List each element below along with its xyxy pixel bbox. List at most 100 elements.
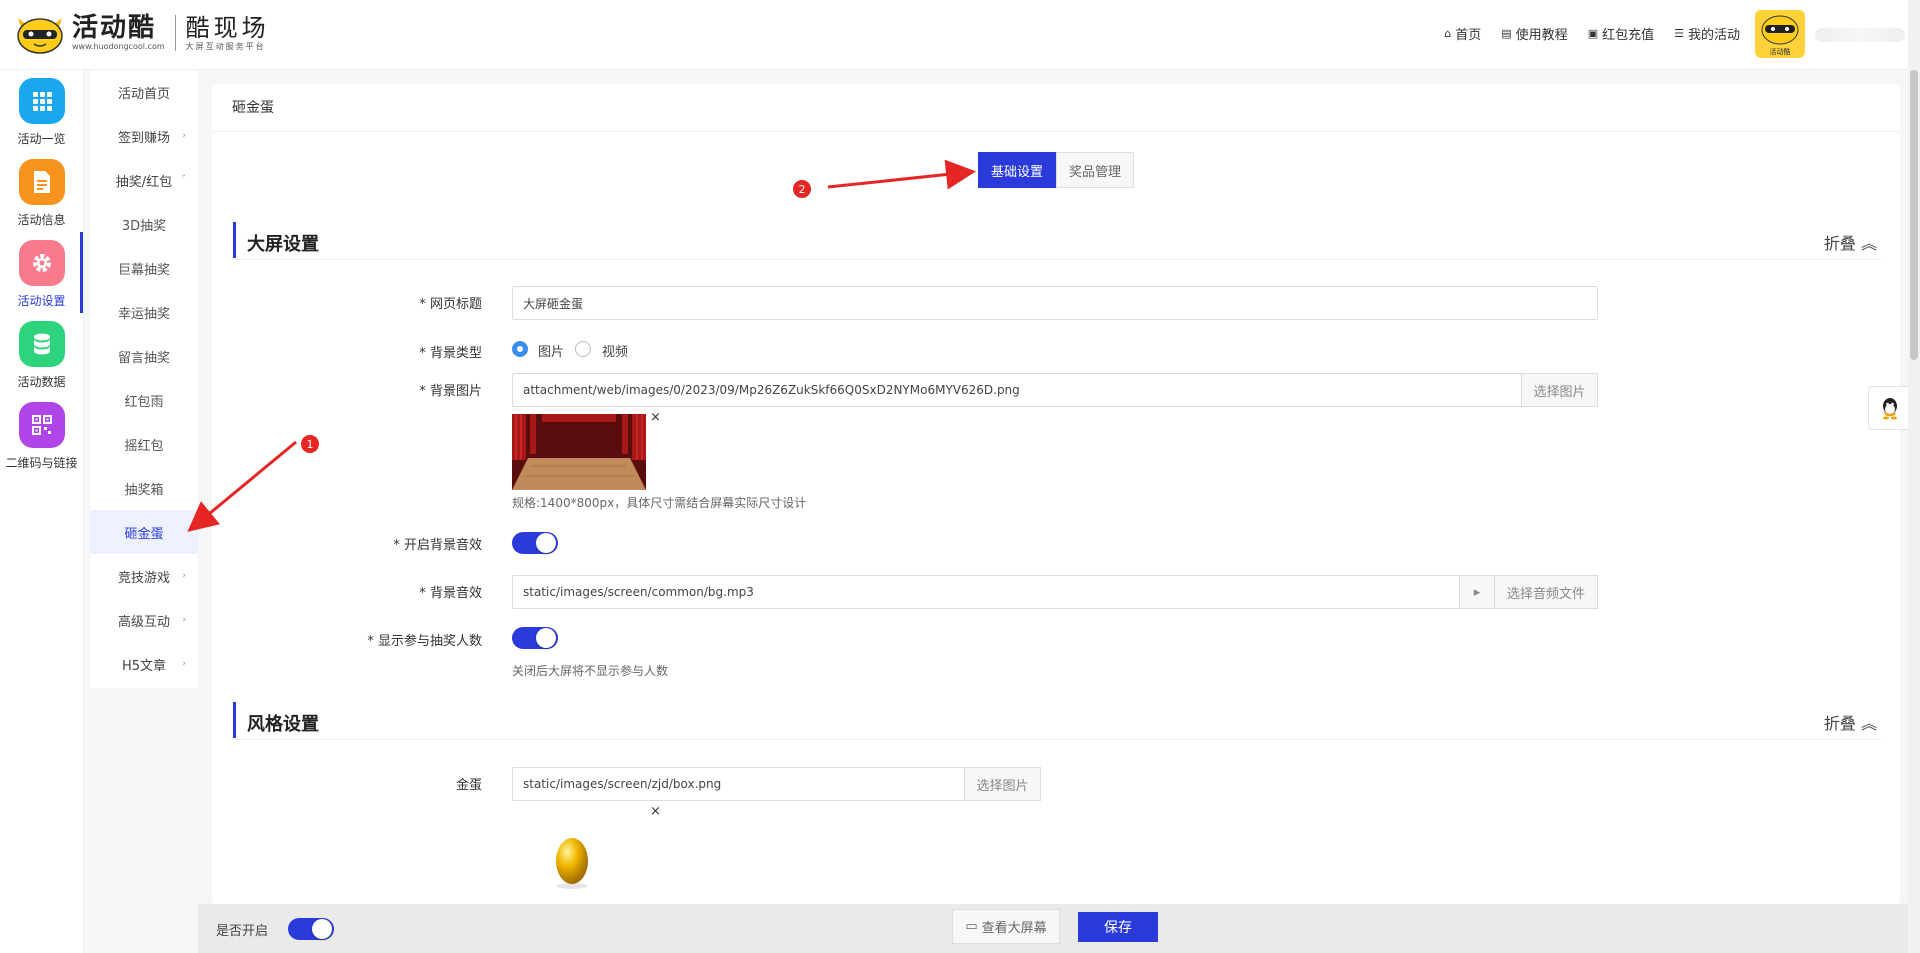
submenu-label: H5文章	[121, 658, 167, 674]
avatar[interactable]: 活动酷	[1755, 10, 1805, 58]
save-button[interactable]: 保存	[1078, 912, 1158, 942]
tab-prize-management[interactable]: 奖品管理	[1056, 152, 1135, 188]
rail-item-activity-list[interactable]: 活动一览	[0, 70, 83, 151]
nav-tutorial[interactable]: ▤ 使用教程	[1501, 24, 1567, 43]
submenu-label: 砸金蛋	[124, 526, 164, 542]
fold-button[interactable]: 折叠 ︽	[1824, 710, 1877, 734]
submenu-item-lucky-lottery[interactable]: 幸运抽奖	[90, 290, 198, 334]
rail-label: 活动一览	[17, 132, 66, 146]
submenu-item-advanced-interaction[interactable]: 高级互动 ›	[90, 598, 198, 642]
submenu-item-competitive-games[interactable]: 竞技游戏 ›	[90, 554, 198, 598]
nav-my-activities-label: 我的活动	[1687, 28, 1740, 43]
database-icon	[18, 321, 65, 367]
bottom-action-bar: 是否开启 ▭ 查看大屏幕 保存	[198, 904, 1920, 953]
bg-music-toggle[interactable]	[512, 532, 558, 554]
page-title-input[interactable]: 大屏砸金蛋	[512, 286, 1598, 320]
annotation-badge-1: 1	[301, 435, 319, 453]
show-count-toggle[interactable]	[512, 627, 558, 649]
submenu-item-activity-home[interactable]: 活动首页	[90, 70, 198, 114]
annotation-badge-2: 2	[793, 180, 811, 198]
submenu-item-smash-golden-egg[interactable]: 砸金蛋	[90, 510, 198, 554]
bg-image-path-input[interactable]: attachment/web/images/0/2023/09/Mp26Z6Zu…	[512, 373, 1522, 407]
bg-image-preview	[512, 414, 646, 490]
nav-my-activities[interactable]: ☰ 我的活动	[1674, 24, 1740, 43]
main-panel: 砸金蛋 基础设置 奖品管理 大屏设置 折叠 ︽ * 网页标题 大屏砸金蛋 * 背…	[212, 84, 1900, 904]
nav-tutorial-label: 使用教程	[1515, 28, 1568, 43]
submenu-item-h5-article[interactable]: H5文章 ›	[90, 642, 198, 686]
submenu-item-shake-red-packet[interactable]: 摇红包	[90, 422, 198, 466]
top-header: 活动酷 www.huodongcool.com 酷现场 大屏互动服务平台 ⌂ 首…	[0, 0, 1920, 70]
chevron-right-icon: ›	[182, 659, 186, 669]
select-egg-image-button[interactable]: 选择图片	[964, 767, 1041, 801]
rail-item-qrcode-links[interactable]: 二维码与链接	[0, 394, 83, 475]
qrcode-icon	[18, 402, 65, 448]
enable-label: 是否开启	[216, 924, 269, 939]
submenu-item-giant-screen-lottery[interactable]: 巨幕抽奖	[90, 246, 198, 290]
nav-recharge[interactable]: ▣ 红包充值	[1588, 24, 1654, 43]
section-header-style-settings: 风格设置 折叠 ︽	[233, 702, 1881, 740]
submenu-label: 红包雨	[124, 394, 164, 410]
section-title: 大屏设置	[247, 234, 319, 255]
avatar-mascot-icon: 活动酷	[1761, 15, 1799, 56]
section-title: 风格设置	[247, 714, 319, 735]
remove-egg-image-icon[interactable]: ×	[650, 804, 661, 819]
nav-home-label: 首页	[1455, 28, 1482, 43]
remove-bg-image-icon[interactable]: ×	[650, 410, 661, 425]
logo[interactable]: 活动酷 www.huodongcool.com 酷现场 大屏互动服务平台	[14, 12, 270, 54]
grid-icon	[18, 78, 65, 124]
toggle-knob	[536, 628, 556, 648]
section-header-screen-settings: 大屏设置 折叠 ︽	[233, 222, 1881, 260]
submenu-item-lottery-box[interactable]: 抽奖箱	[90, 466, 198, 510]
enable-toggle[interactable]	[288, 918, 334, 940]
qq-support-button[interactable]	[1868, 386, 1912, 430]
select-audio-button[interactable]: 选择音频文件	[1494, 575, 1598, 609]
avatar-caption: 活动酷	[1770, 47, 1791, 56]
submenu-item-lottery[interactable]: 抽奖/红包 ˇ	[90, 158, 198, 202]
egg-label: 金蛋	[455, 778, 482, 793]
submenu-item-3d-lottery[interactable]: 3D抽奖	[90, 202, 198, 246]
nav-recharge-label: 红包充值	[1602, 28, 1655, 43]
golden-egg-preview	[556, 838, 588, 889]
submenu-item-message-lottery[interactable]: 留言抽奖	[90, 334, 198, 378]
select-bg-image-button[interactable]: 选择图片	[1521, 373, 1598, 407]
bg-image-hint: 规格:1400*800px，具体尺寸需结合屏幕实际尺寸设计	[512, 496, 807, 510]
wallet-icon: ▣	[1587, 27, 1599, 40]
page-title: 砸金蛋	[212, 84, 1900, 132]
bg-type-label: * 背景类型	[419, 346, 482, 361]
nav-home[interactable]: ⌂ 首页	[1444, 24, 1481, 43]
submenu-item-red-packet-rain[interactable]: 红包雨	[90, 378, 198, 422]
rail-label: 活动设置	[17, 294, 66, 308]
rail-item-activity-settings[interactable]: 活动设置	[0, 232, 83, 313]
submenu-label: 抽奖/红包	[115, 174, 173, 190]
submenu-label: 抽奖箱	[124, 482, 164, 498]
bg-image-label: * 背景图片	[419, 384, 482, 399]
view-big-screen-button[interactable]: ▭ 查看大屏幕	[952, 909, 1060, 944]
submenu-item-checkin[interactable]: 签到赚场 ›	[90, 114, 198, 158]
logo-subtitle: 酷现场	[185, 14, 270, 42]
radio-bg-image[interactable]	[512, 341, 528, 357]
scrollbar-thumb[interactable]	[1910, 70, 1918, 360]
fold-button[interactable]: 折叠 ︽	[1824, 230, 1877, 254]
chevron-down-icon: ˇ	[181, 175, 187, 185]
play-audio-button[interactable]: ▸	[1459, 575, 1495, 609]
bg-music-path-input[interactable]: static/images/screen/common/bg.mp3	[512, 575, 1460, 609]
bg-music-label: * 背景音效	[419, 586, 482, 601]
gear-icon	[18, 240, 65, 286]
egg-image-path-input[interactable]: static/images/screen/zjd/box.png	[512, 767, 965, 801]
monitor-icon: ▭	[965, 919, 978, 934]
chevron-right-icon: ›	[182, 571, 186, 581]
top-nav: ⌂ 首页 ▤ 使用教程 ▣ 红包充值 ☰ 我的活动	[1444, 24, 1740, 43]
chevron-right-icon: ›	[182, 615, 186, 625]
radio-bg-video[interactable]	[575, 341, 591, 357]
home-icon: ⌂	[1444, 27, 1452, 40]
radio-bg-image-label: 图片	[538, 345, 565, 360]
tab-basic-settings[interactable]: 基础设置	[978, 152, 1057, 188]
toggle-knob	[312, 919, 332, 939]
submenu-label: 活动首页	[117, 86, 170, 102]
sub-menu: 活动首页 签到赚场 › 抽奖/红包 ˇ 3D抽奖 巨幕抽奖 幸运抽奖 留言抽奖 红包…	[90, 70, 198, 688]
rail-item-activity-info[interactable]: 活动信息	[0, 151, 83, 232]
logo-divider	[174, 15, 176, 51]
submenu-label: 签到赚场	[117, 130, 170, 146]
list-icon: ☰	[1674, 27, 1684, 40]
rail-item-activity-data[interactable]: 活动数据	[0, 313, 83, 394]
